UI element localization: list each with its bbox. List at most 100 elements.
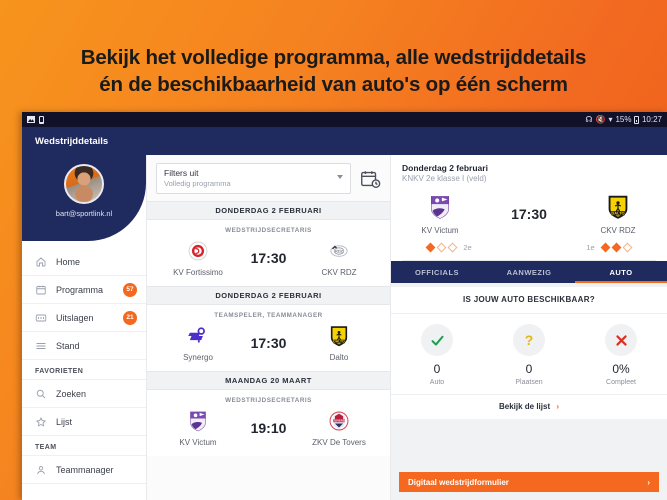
program-list-column[interactable]: Filters uit Volledig programma DONDERDAG… — [146, 155, 391, 500]
team-name: CKV RDZ — [600, 226, 636, 235]
status-bar-left — [27, 115, 44, 124]
form-diamond — [600, 242, 611, 253]
day-header: MAANDAG 20 MAART — [147, 371, 390, 390]
status-bar-right: ☊ 🔇 ▾ 15% 10:27 — [585, 114, 662, 124]
list-item[interactable]: TEAMSPELER, TEAMMANAGER Synergo 17:30 DA… — [147, 305, 390, 371]
stat-compleet: 0% Compleet — [575, 324, 667, 386]
sidebar-item-label: Zoeken — [56, 388, 87, 399]
tablet-screenshot: ☊ 🔇 ▾ 15% 10:27 Wedstrijddetails bart@sp… — [22, 112, 667, 500]
detail-match-row: KV Victum 17:30 DALTO CKV RDZ — [402, 192, 656, 235]
sidebar-item-lijst[interactable]: Lijst — [22, 408, 146, 436]
svg-text:TOVERS: TOVERS — [333, 419, 344, 423]
detail-form-row: 2e 1e — [402, 235, 656, 261]
away-team: TOVERS ZKV De Tovers — [302, 408, 376, 447]
auto-question: IS JOUW AUTO BESCHIKBAAR? — [391, 287, 667, 314]
sidebar-item-zoeken[interactable]: Zoeken — [22, 380, 146, 408]
form-diamond — [425, 242, 436, 253]
document-icon — [39, 115, 44, 124]
detail-competition: KNKV 2e klasse I (veld) — [402, 174, 487, 183]
sidebar-item-label: Programma — [56, 284, 104, 295]
away-team: DALTO Dalto — [302, 323, 376, 362]
form-diamond — [622, 242, 633, 253]
battery-icon — [634, 115, 639, 124]
sidebar-item-label: Home — [56, 256, 81, 267]
person-icon — [35, 464, 47, 476]
away-team: RDZ CKV RDZ — [302, 238, 376, 277]
tab-auto[interactable]: AUTO — [575, 261, 667, 283]
tab-aanwezig[interactable]: AANWEZIG — [483, 261, 575, 283]
match-row: KV Fortissimo 17:30 RDZ CKV RDZ — [147, 238, 390, 277]
list-item[interactable]: WEDSTRIJDSECRETARIS KV Victum 19:10 TOVE… — [147, 390, 390, 456]
calendar-clock-icon[interactable] — [359, 167, 381, 191]
tab-officials[interactable]: OFFICIALS — [391, 261, 483, 283]
svg-text:DALTO: DALTO — [333, 340, 345, 344]
promo-screenshot: Bekijk het volledige programma, alle wed… — [0, 0, 667, 500]
search-icon — [35, 388, 47, 400]
scoreboard-icon — [35, 312, 47, 324]
promo-headline-line1: Bekijk het volledige programma, alle wed… — [80, 46, 587, 69]
victum-crest — [185, 408, 211, 434]
sidebar-item-label: Teammanager — [56, 464, 114, 475]
synergo-crest — [185, 323, 211, 349]
stat-value: 0 — [525, 362, 533, 376]
form-diamond — [436, 242, 447, 253]
sidebar-item-programma[interactable]: Programma 57 — [22, 276, 146, 304]
detail-home-team: KV Victum — [402, 192, 478, 235]
stat-plaatsen: ? 0 Plaatsen — [483, 324, 575, 386]
chevron-down-icon — [337, 175, 343, 179]
check-icon — [421, 324, 453, 356]
match-time: 17:30 — [250, 334, 287, 351]
chevron-right-icon: › — [647, 477, 650, 487]
drawer-main-items: Home Programma 57 Uitslagen 21 Stand FAV… — [22, 241, 146, 484]
auto-panel: IS JOUW AUTO BESCHIKBAAR? 0 Auto ? 0 Pla… — [391, 287, 667, 419]
match-row: Synergo 17:30 DALTO Dalto — [147, 323, 390, 362]
svg-text:RDZ: RDZ — [335, 249, 344, 254]
form-diamond — [447, 242, 458, 253]
filter-value: Filters uit — [164, 168, 199, 178]
avatar[interactable] — [64, 164, 104, 204]
navigation-drawer: bart@sportlink.nl Home Programma 57 Uits… — [22, 155, 146, 500]
sidebar-item-stand[interactable]: Stand — [22, 332, 146, 360]
battery-percent: 15% — [615, 114, 632, 124]
match-role: WEDSTRIJDSECRETARIS — [225, 397, 312, 404]
detail-away-team: DALTO CKV RDZ — [580, 192, 656, 235]
view-list-label: Bekijk de lijst — [498, 402, 551, 411]
list-item[interactable]: WEDSTRIJDSECRETARIS KV Fortissimo 17:30 … — [147, 220, 390, 286]
filter-subvalue: Volledig programma — [164, 179, 231, 188]
home-team: KV Fortissimo — [161, 238, 235, 277]
team-name: KV Victum — [421, 226, 459, 235]
filter-select[interactable]: Filters uit Volledig programma — [156, 163, 351, 194]
mute-icon: 🔇 — [595, 114, 606, 124]
sidebar-item-uitslagen[interactable]: Uitslagen 21 — [22, 304, 146, 332]
team-name: CKV RDZ — [321, 268, 357, 277]
victum-crest — [425, 192, 455, 222]
sidebar-item-label: Lijst — [56, 416, 73, 427]
team-name: Dalto — [329, 353, 349, 362]
match-detail-panel: Donderdag 2 februari KNKV 2e klasse I (v… — [391, 155, 667, 500]
home-rank: 2e — [463, 243, 472, 252]
wifi-icon: ▾ — [608, 114, 613, 124]
day-header: DONDERDAG 2 FEBRUARI — [147, 286, 390, 305]
sidebar-item-home[interactable]: Home — [22, 248, 146, 276]
form-diamond — [611, 242, 622, 253]
stat-label: Plaatsen — [515, 379, 543, 386]
status-badge: 57 — [123, 282, 137, 297]
sidebar-item-teammanager[interactable]: Teammanager — [22, 456, 146, 484]
away-form-indicator: 1e — [569, 242, 645, 253]
stat-label: Compleet — [606, 379, 636, 386]
digital-match-form-button[interactable]: Digitaal wedstrijdformulier › — [399, 472, 659, 492]
stat-value: 0% — [612, 362, 630, 376]
stat-value: 0 — [433, 362, 441, 376]
clock: 10:27 — [641, 114, 662, 124]
stat-label: Auto — [429, 379, 445, 386]
sidebar-item-label: Uitslagen — [56, 312, 94, 323]
view-list-link[interactable]: Bekijk de lijst › — [391, 394, 667, 419]
chevron-right-icon: › — [556, 402, 560, 411]
cta-label: Digitaal wedstrijdformulier — [408, 477, 509, 487]
detail-header: Donderdag 2 februari KNKV 2e klasse I (v… — [391, 155, 667, 261]
match-time: 17:30 — [250, 249, 287, 266]
bluetooth-icon: ☊ — [585, 114, 593, 124]
svg-text:DALTO: DALTO — [611, 211, 624, 216]
star-icon — [35, 416, 47, 428]
team-name: Synergo — [183, 353, 213, 362]
